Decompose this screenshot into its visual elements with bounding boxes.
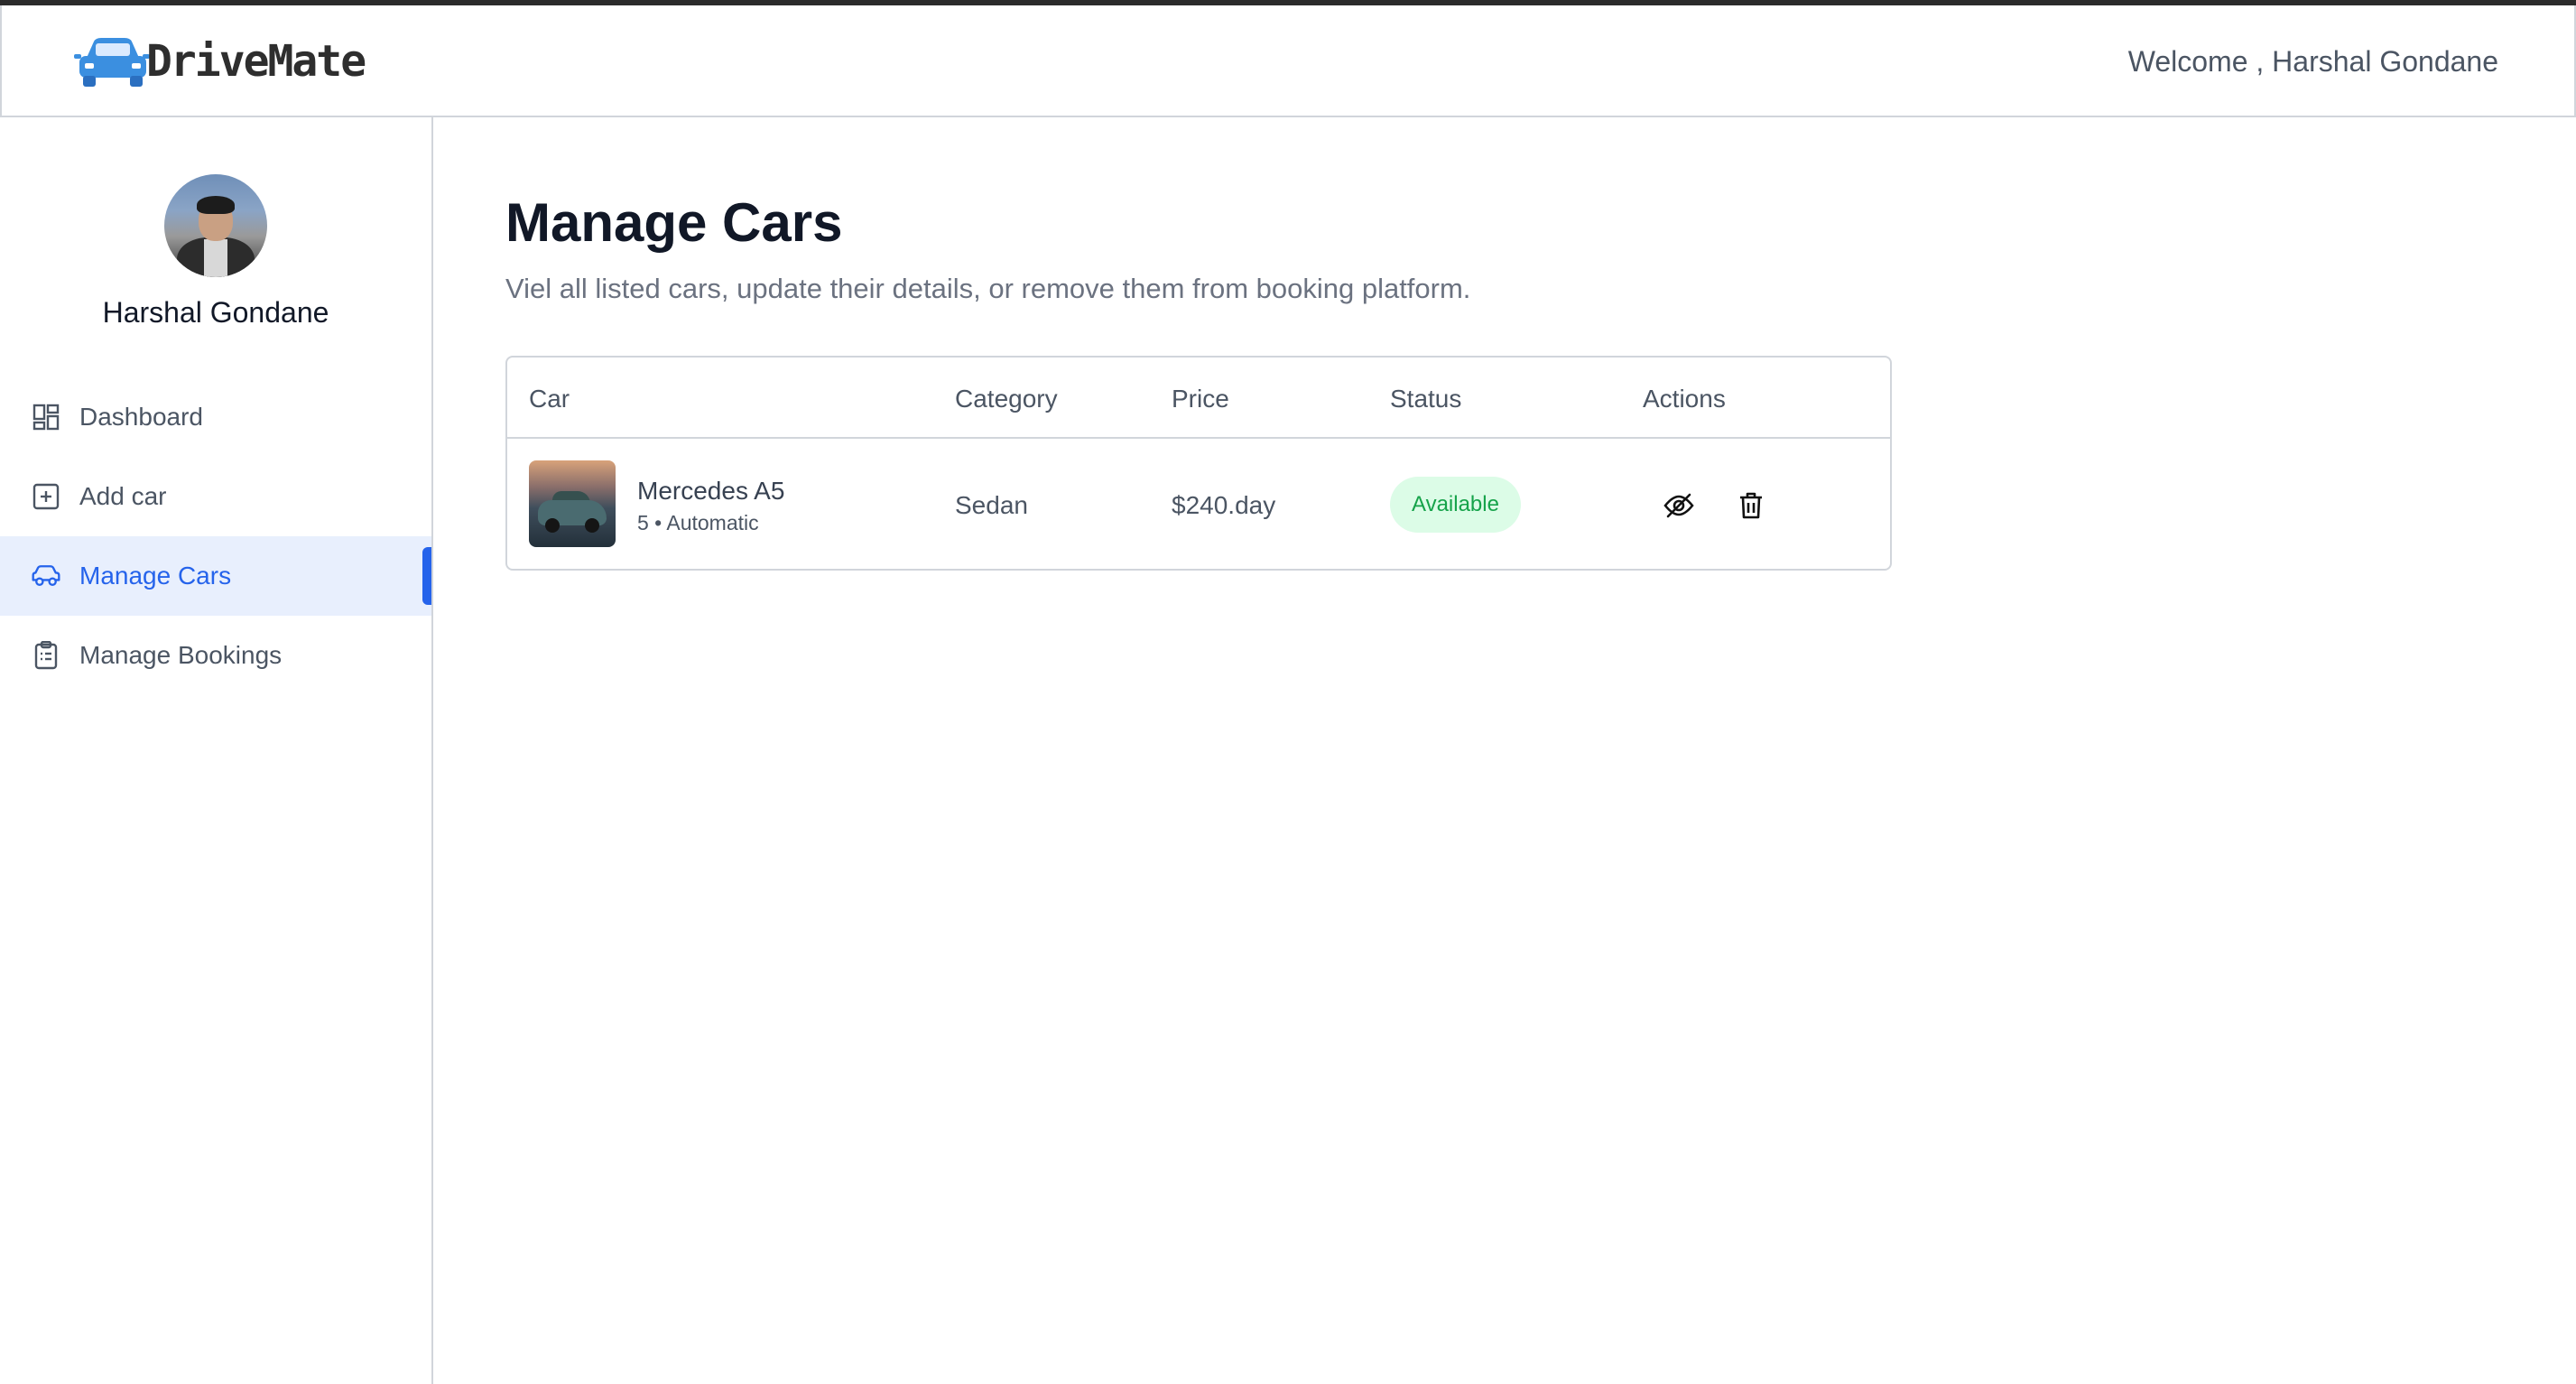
column-header-category: Category	[955, 385, 1058, 413]
sidebar-item-manage-cars[interactable]: Manage Cars	[0, 536, 431, 616]
active-indicator	[422, 547, 431, 605]
car-thumbnail	[529, 460, 616, 547]
sidebar-item-label: Add car	[79, 482, 167, 510]
sidebar-item-label: Manage Cars	[79, 562, 232, 590]
car-price: $240.day	[1172, 491, 1276, 519]
cars-table: Car Category Price Status Actions Merced…	[505, 356, 1892, 571]
column-header-actions: Actions	[1643, 385, 1726, 413]
car-category: Sedan	[955, 491, 1028, 519]
column-header-status: Status	[1390, 385, 1462, 413]
avatar[interactable]	[164, 174, 267, 277]
clipboard-list-icon	[31, 640, 61, 671]
sidebar: Harshal Gondane Dashboard Add car Manage…	[0, 117, 433, 1384]
main-content: Manage Cars Viel all listed cars, update…	[435, 117, 2576, 1384]
brand-logo[interactable]: DriveMate	[74, 34, 366, 88]
welcome-text: Welcome , Harshal Gondane	[2127, 45, 2498, 78]
car-meta: 5 • Automatic	[637, 511, 759, 534]
column-header-car: Car	[529, 385, 570, 413]
brand-name: DriveMate	[146, 36, 366, 87]
page-title: Manage Cars	[505, 192, 843, 253]
top-navbar: DriveMate Welcome , Harshal Gondane	[0, 5, 2576, 117]
toggle-visibility-button[interactable]	[1659, 486, 1699, 525]
eye-off-icon	[1663, 493, 1694, 518]
column-header-price: Price	[1172, 385, 1229, 413]
sidebar-item-manage-bookings[interactable]: Manage Bookings	[0, 616, 431, 695]
sidebar-item-label: Dashboard	[79, 403, 203, 431]
page-subtitle: Viel all listed cars, update their detai…	[505, 273, 1471, 304]
sidebar-item-dashboard[interactable]: Dashboard	[0, 377, 431, 457]
table-row: Mercedes A5 5 • Automatic Sedan $240.day…	[507, 439, 1890, 571]
status-badge: Available	[1390, 477, 1521, 533]
sidebar-item-label: Manage Bookings	[79, 641, 283, 669]
car-icon	[31, 561, 61, 591]
sidebar-item-add-car[interactable]: Add car	[0, 457, 431, 536]
table-header: Car Category Price Status Actions	[507, 358, 1890, 439]
delete-car-button[interactable]	[1731, 486, 1771, 525]
add-square-icon	[31, 481, 61, 512]
car-logo-icon	[74, 38, 150, 87]
trash-icon	[1740, 492, 1762, 519]
car-name: Mercedes A5	[637, 477, 785, 505]
profile-name: Harshal Gondane	[102, 296, 329, 329]
dashboard-icon	[31, 402, 61, 432]
